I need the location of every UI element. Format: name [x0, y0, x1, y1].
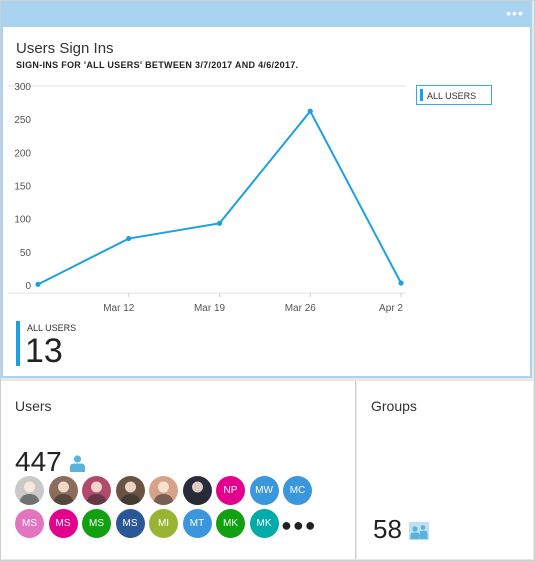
legend-label: ALL USERS [427, 91, 477, 101]
user-avatar[interactable]: MS [15, 509, 44, 538]
user-avatar[interactable]: MS [82, 509, 111, 538]
x-tick-label: Mar 12 [103, 303, 135, 314]
data-point [307, 108, 313, 114]
avatar-photo-icon [186, 481, 208, 505]
avatar-photo-icon [19, 481, 40, 505]
y-axis: 0 50 100 150 200 250 300 [8, 82, 406, 294]
users-title: Users [15, 398, 52, 414]
users-count: 447 [15, 446, 62, 477]
groups-tile[interactable]: Groups 58 [357, 381, 533, 559]
data-point [126, 235, 132, 242]
data-point [35, 281, 41, 287]
user-avatar[interactable] [15, 476, 44, 505]
person-icon [70, 454, 85, 472]
series-all-users [35, 108, 404, 287]
y-tick-label: 250 [14, 115, 31, 126]
user-avatar[interactable]: MS [115, 509, 145, 538]
user-avatar[interactable] [149, 476, 178, 505]
total-accent-bar [16, 321, 20, 366]
y-tick-label: 300 [14, 82, 31, 93]
legend-all-users[interactable]: ALL USERS [416, 85, 492, 105]
x-tick-label: Apr 2 [379, 303, 403, 314]
user-avatar[interactable]: MT [182, 509, 212, 538]
y-tick-label: 0 [25, 281, 31, 292]
series-line [37, 109, 402, 286]
user-avatar[interactable]: NP [216, 476, 245, 505]
data-point [216, 220, 223, 226]
avatar-photo-icon [153, 481, 174, 505]
more-users-icon[interactable]: ●●● [281, 515, 317, 536]
users-tile[interactable]: Users 447 NP MW MC MS MS MS MS MI MT MK MK ●●● [1, 381, 356, 559]
groups-title: Groups [371, 398, 417, 414]
x-tick-label: Mar 26 [285, 303, 317, 314]
signins-tile[interactable]: ••• Users Sign Ins SIGN-INS FOR 'ALL USE… [1, 1, 532, 378]
user-avatar[interactable]: MS [48, 509, 78, 538]
user-avatar[interactable]: MC [283, 476, 312, 505]
user-avatar[interactable]: MK [216, 509, 245, 538]
user-avatar[interactable] [182, 476, 212, 505]
data-point [398, 280, 404, 286]
legend-swatch [420, 89, 423, 101]
avatar-photo-icon [86, 481, 107, 505]
user-avatar[interactable] [115, 476, 145, 505]
user-avatar[interactable]: MW [249, 476, 279, 505]
groups-icon [409, 522, 429, 540]
y-tick-label: 200 [14, 148, 31, 159]
user-avatar[interactable] [82, 476, 111, 505]
x-axis: Mar 12 Mar 19 Mar 26 Apr 2 [103, 293, 403, 314]
total-value: 13 [25, 332, 63, 370]
groups-count: 58 [373, 514, 402, 544]
signins-chart: 0 50 100 150 200 250 300 Mar 12 Mar 19 Mar 26 Apr… [8, 82, 406, 314]
user-avatar[interactable]: MI [149, 509, 178, 538]
y-tick-label: 100 [14, 215, 31, 226]
user-avatar[interactable]: MK [249, 509, 279, 538]
user-avatar[interactable] [48, 476, 78, 505]
y-tick-label: 150 [14, 182, 31, 193]
avatar-photo-icon [119, 481, 141, 505]
y-tick-label: 50 [20, 248, 32, 259]
avatar-photo-icon [52, 481, 74, 505]
x-tick-label: Mar 19 [194, 303, 226, 314]
